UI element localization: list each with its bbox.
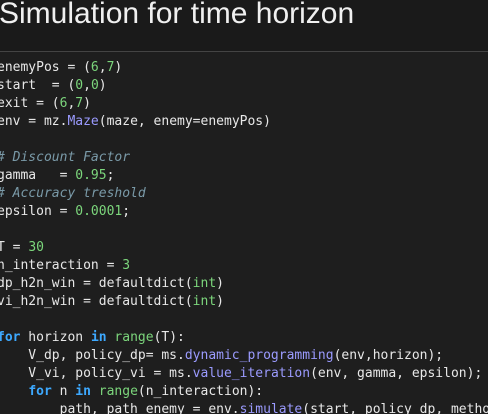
code-line: epsilon = 0.0001; xyxy=(0,203,488,221)
code-line: V_vi, policy_vi = ms.value_iteration(env… xyxy=(0,365,488,383)
code-token: (n_interaction): xyxy=(137,384,264,399)
code-token: env = mz. xyxy=(0,114,68,129)
code-token: (env, gamma, epsilon); xyxy=(310,366,483,381)
function-token: Maze xyxy=(67,114,99,129)
function-token: dynamic_programming xyxy=(184,348,334,363)
number-token: 0 xyxy=(75,78,84,93)
code-token: ) xyxy=(216,294,224,309)
code-token: exit = ( xyxy=(0,96,60,111)
code-token: dp_h2n_win = defaultdict( xyxy=(0,276,193,291)
code-line: for horizon in range(T): xyxy=(0,329,488,347)
code-token: (start, policy_dp, method); xyxy=(302,402,488,414)
code-token: horizon xyxy=(20,330,91,345)
code-line: n_interaction = 3 xyxy=(0,257,488,275)
builtin-token: range xyxy=(114,330,154,345)
function-token: value_iteration xyxy=(192,366,311,381)
comment-token: # Discount Factor xyxy=(0,150,131,165)
code-line: enemyPos = (6,7) xyxy=(0,59,488,77)
code-token: V_dp, policy_dp= ms. xyxy=(0,348,185,363)
number-token: 0.95 xyxy=(75,168,107,183)
code-token: , xyxy=(83,78,91,93)
code-token: gamma = xyxy=(0,168,76,183)
code-token: (T): xyxy=(153,330,185,345)
code-line: for n in range(n_interaction): xyxy=(0,383,488,401)
code-cell[interactable]: enemyPos = (6,7) start = (0,0) exit = (6,7… xyxy=(0,52,488,414)
code-token: ; xyxy=(122,204,131,219)
code-editor[interactable]: enemyPos = (6,7) start = (0,0) exit = (6,7… xyxy=(0,59,488,414)
code-line: T = 30 xyxy=(0,239,488,257)
function-token: simulate xyxy=(239,402,303,414)
comment-token: # Accuracy treshold xyxy=(0,186,146,201)
keyword-token: in xyxy=(90,330,107,345)
builtin-token: int xyxy=(192,276,217,291)
keyword-token: in xyxy=(75,384,91,399)
code-token: , xyxy=(98,60,107,75)
number-token: 0 xyxy=(90,78,99,93)
number-token: 30 xyxy=(28,240,44,255)
code-line: # Discount Factor xyxy=(0,149,488,167)
code-token: n xyxy=(51,384,76,399)
code-token: ; xyxy=(106,168,115,183)
code-line: vi_h2n_win = defaultdict(int) xyxy=(0,293,488,311)
heading-title: Simulation for time horizon xyxy=(0,0,355,30)
markdown-heading-cell: Simulation for time horizon xyxy=(0,0,488,52)
code-line: start = (0,0) xyxy=(0,77,488,95)
code-line: path, path_enemy = env.simulate(start, p… xyxy=(0,401,488,414)
number-token: 3 xyxy=(122,258,131,273)
code-token: (env,horizon); xyxy=(333,348,444,363)
code-line: dp_h2n_win = defaultdict(int) xyxy=(0,275,488,293)
code-token: epsilon = xyxy=(0,204,76,219)
code-line: gamma = 0.95; xyxy=(0,167,488,185)
code-line: env = mz.Maze(maze, enemy=enemyPos) xyxy=(0,113,488,131)
code-token: V_vi, policy_vi = ms. xyxy=(0,366,193,381)
code-token: start = ( xyxy=(0,78,76,93)
code-token: ) xyxy=(114,60,123,75)
keyword-token: for xyxy=(0,330,21,345)
code-token: n_interaction = xyxy=(0,258,123,273)
number-token: 7 xyxy=(75,96,84,111)
code-token: ) xyxy=(83,96,91,111)
builtin-token: int xyxy=(192,294,217,309)
code-token: T = xyxy=(0,240,29,255)
code-token: path, path_enemy = env. xyxy=(0,402,240,414)
code-token: enemyPos = ( xyxy=(0,60,91,75)
code-line: V_dp, policy_dp= ms.dynamic_programming(… xyxy=(0,347,488,365)
builtin-token: range xyxy=(98,384,138,399)
code-token: vi_h2n_win = defaultdict( xyxy=(0,294,193,309)
code-token: ) xyxy=(98,78,107,93)
code-line: exit = (6,7) xyxy=(0,95,488,113)
number-token: 0.0001 xyxy=(75,204,123,219)
code-line: # Accuracy treshold xyxy=(0,185,488,203)
code-token: ) xyxy=(216,276,224,291)
keyword-token: for xyxy=(28,384,52,399)
code-token: (maze, enemy=enemyPos) xyxy=(98,114,271,129)
number-token: 6 xyxy=(90,60,99,75)
